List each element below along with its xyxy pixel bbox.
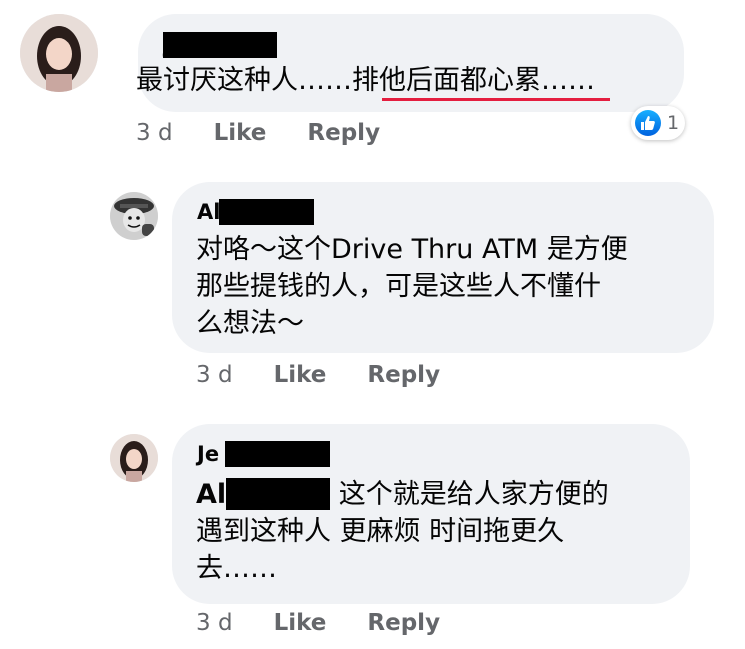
redaction-bar xyxy=(225,441,330,467)
comment-text: 最讨厌这种人……排他后面都心累…… xyxy=(136,62,595,99)
avatar[interactable] xyxy=(110,434,158,482)
avatar[interactable] xyxy=(110,192,158,240)
comment-author[interactable]: Al xyxy=(197,200,220,224)
comment-time[interactable]: 3 d xyxy=(196,362,233,388)
comment-text-line: 么想法～ xyxy=(196,308,304,339)
reply-link[interactable]: Reply xyxy=(367,610,440,636)
comment-actions: 3 d Like Reply xyxy=(196,609,440,637)
mention-link[interactable]: Al xyxy=(196,479,226,510)
red-underline xyxy=(382,98,610,101)
comment-text-line: 去…… xyxy=(196,553,277,584)
comment-author[interactable]: Je xyxy=(197,442,219,466)
reply-link[interactable]: Reply xyxy=(367,362,440,388)
comment-time[interactable]: 3 d xyxy=(136,120,173,146)
redaction-bar xyxy=(219,199,314,225)
comment-actions: 3 d Like Reply xyxy=(136,119,380,147)
reaction-summary[interactable]: 1 xyxy=(631,106,686,140)
comment-text-line: 那些提钱的人，可是这些人不懂什 xyxy=(196,271,601,302)
redaction-bar xyxy=(226,478,330,510)
reply-link[interactable]: Reply xyxy=(307,120,380,146)
comment-text-underlined: 排他后面都心累 xyxy=(352,65,541,96)
like-link[interactable]: Like xyxy=(214,120,267,146)
redaction-bar xyxy=(163,32,277,58)
like-link[interactable]: Like xyxy=(274,610,327,636)
comment-text-tail: …… xyxy=(541,65,595,96)
comment-text-line: 对咯～这个Drive Thru ATM 是方便 xyxy=(196,234,628,265)
avatar[interactable] xyxy=(20,14,98,92)
like-link[interactable]: Like xyxy=(274,362,327,388)
comment-text: 这个就是给人家方便的 xyxy=(330,479,609,510)
comment-time[interactable]: 3 d xyxy=(196,610,233,636)
reaction-count: 1 xyxy=(667,112,680,134)
like-thumb-icon xyxy=(635,110,661,136)
comment-text-plain: 最讨厌这种人…… xyxy=(136,65,352,96)
comment-text-line: 遇到这种人 更麻烦 时间拖更久 xyxy=(196,516,565,547)
comment-actions: 3 d Like Reply xyxy=(196,361,440,389)
